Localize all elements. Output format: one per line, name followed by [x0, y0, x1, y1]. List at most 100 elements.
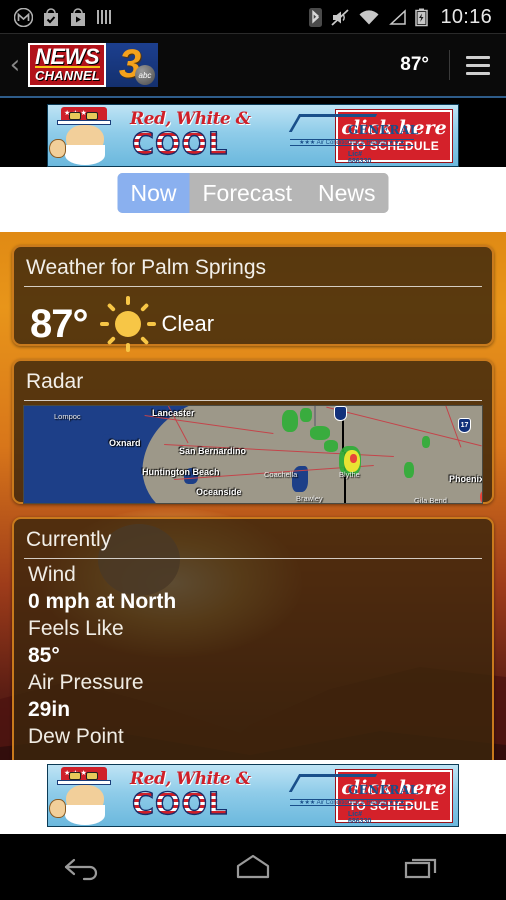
radar-card[interactable]: Radar 17 Lompoc Lancaster Oxnard San Ber…	[12, 359, 494, 504]
ad-brand-tagline: ★★★ Air Conditioning & Heating ★★★	[290, 798, 414, 806]
mascot-hat-band	[57, 779, 111, 785]
sun-ray	[125, 343, 130, 352]
weather-summary-card[interactable]: Weather for Palm Springs 87° Clear	[12, 245, 494, 352]
current-conditions-list: Wind 0 mph at North Feels Like 85° Air P…	[14, 559, 492, 750]
sun-ray	[146, 322, 156, 326]
nav-back-button[interactable]	[39, 843, 129, 891]
uncle-sam-mascot-icon: ★★★	[48, 765, 126, 826]
mascot-beard	[65, 144, 105, 165]
hamburger-line	[466, 63, 490, 67]
tab-bar: Now Forecast News	[117, 173, 389, 213]
sun-ray	[125, 296, 130, 305]
radar-echo-green	[404, 462, 414, 478]
map-label-blythe: Blythe	[339, 470, 360, 479]
logo-text-block: NEWS CHANNEL	[28, 43, 106, 87]
ad-brand-name: GENERAL	[348, 782, 419, 797]
current-conditions-card[interactable]: Currently Wind 0 mph at North Feels Like…	[12, 517, 494, 767]
tab-forecast[interactable]: Forecast	[189, 173, 305, 213]
weather-summary-row: 87° Clear	[14, 287, 492, 352]
radar-echo-red	[350, 454, 357, 463]
logo-channel-number-block: 3 abc	[105, 43, 158, 87]
weather-condition: Clear	[161, 311, 215, 336]
radar-map-image[interactable]: 17 Lompoc Lancaster Oxnard San Bernardin…	[23, 405, 483, 504]
back-icon	[65, 858, 98, 881]
advertisement-banner-bottom[interactable]: ★★★ Red, White & COOL GENERAL ★★★ Air Co…	[47, 764, 459, 827]
bluetooth-icon	[309, 7, 323, 27]
current-value-feels-like: 85°	[28, 644, 60, 667]
ad-headline: Red, White & COOL	[126, 765, 286, 826]
sun-ray	[139, 302, 149, 312]
status-bar-clock: 10:16	[440, 5, 492, 28]
map-label-gila-bend: Gila Bend	[414, 496, 447, 504]
android-navigation-bar	[0, 834, 506, 900]
map-label-phoenix: Phoenix	[449, 474, 483, 484]
tab-bar-container: Now Forecast News	[0, 167, 506, 232]
mascot-thumbs-up	[49, 798, 66, 818]
general-ac-logo: GENERAL ★★★ Air Conditioning & Heating ★…	[286, 765, 418, 826]
uncle-sam-mascot-icon: ★★★	[48, 105, 126, 166]
cell-signal-icon	[389, 8, 407, 25]
radar-echo-green	[300, 408, 312, 422]
nav-home-button[interactable]	[208, 843, 298, 891]
hamburger-line	[466, 55, 490, 59]
ad-headline: Red, White & COOL	[126, 105, 286, 166]
android-status-bar: 10:16	[0, 0, 506, 34]
highway-shield-17-icon: 17	[458, 418, 471, 433]
ad-license-number: Lic# 686330	[348, 810, 372, 825]
current-value-wind: 0 mph at North	[28, 590, 177, 613]
sun-ray	[106, 302, 116, 312]
ad-brand-name: GENERAL	[348, 122, 419, 137]
ad-license-number: Lic# 686330	[348, 150, 372, 165]
header-temperature: 87°	[400, 54, 429, 75]
ad-cool-text: COOL	[131, 126, 229, 162]
tab-now[interactable]: Now	[117, 173, 190, 213]
mascot-glasses-right	[86, 111, 98, 120]
current-value-air-pressure: 29in	[28, 698, 71, 721]
current-label-wind: Wind	[28, 563, 76, 586]
map-label-coachella: Coachella	[264, 470, 298, 479]
recents-icon	[404, 858, 436, 879]
play-store-icon	[71, 7, 85, 26]
app-header-accent-rule	[0, 96, 506, 98]
app-header-bar: ‹ NEWS CHANNEL 3 abc 87°	[0, 34, 506, 96]
status-bar-left-icons	[0, 7, 112, 27]
ad-script-text: Red, White &	[130, 108, 251, 129]
map-label-brawley: Brawley	[296, 494, 323, 503]
home-icon	[236, 854, 270, 879]
main-scroll-area[interactable]: Weather for Palm Springs 87° Clear Radar…	[0, 232, 506, 767]
current-temperature: 87°	[30, 301, 88, 346]
news-channel-3-logo[interactable]: NEWS CHANNEL 3 abc	[28, 43, 158, 87]
map-label-lompoc: Lompoc	[54, 412, 81, 421]
hamburger-menu-icon[interactable]	[450, 55, 506, 75]
volume-muted-icon	[331, 8, 350, 26]
sun-ray	[99, 322, 109, 326]
mascot-glasses-right	[86, 771, 98, 780]
sun-core	[114, 311, 141, 337]
barcode-icon	[97, 10, 111, 24]
radar-echo-green	[282, 410, 298, 432]
advertisement-banner-top[interactable]: ★★★ Red, White & COOL GENERAL ★★★ Air Co…	[47, 104, 459, 167]
ad-cool-text: COOL	[131, 786, 229, 822]
battery-charging-icon	[415, 8, 429, 26]
map-label-san-bernardino: San Bernardino	[179, 446, 247, 456]
hamburger-line	[466, 71, 490, 75]
radar-card-title: Radar	[26, 370, 84, 393]
map-label-oceanside: Oceanside	[196, 487, 242, 497]
nav-recents-button[interactable]	[377, 843, 467, 891]
radar-echo-red	[480, 490, 482, 503]
abc-network-icon: abc	[134, 65, 155, 85]
back-chevron-icon[interactable]: ‹	[0, 52, 26, 78]
sun-ray	[139, 336, 149, 346]
general-ac-logo: GENERAL ★★★ Air Conditioning & Heating ★…	[286, 105, 418, 166]
highway-shield-icon	[334, 406, 347, 421]
radar-echo-green	[324, 440, 338, 452]
weather-card-title: Weather for Palm Springs	[26, 256, 267, 279]
app-root: 10:16 ‹ NEWS CHANNEL 3 abc 87° Red, Whit…	[0, 0, 506, 900]
current-label-dew-point: Dew Point	[28, 725, 124, 748]
mascot-hat-band	[57, 119, 111, 125]
map-label-oxnard: Oxnard	[109, 438, 141, 448]
tab-news[interactable]: News	[304, 173, 389, 213]
radar-card-divider	[24, 400, 482, 401]
mascot-beard	[65, 804, 105, 825]
mascot-thumbs-up	[49, 138, 66, 158]
